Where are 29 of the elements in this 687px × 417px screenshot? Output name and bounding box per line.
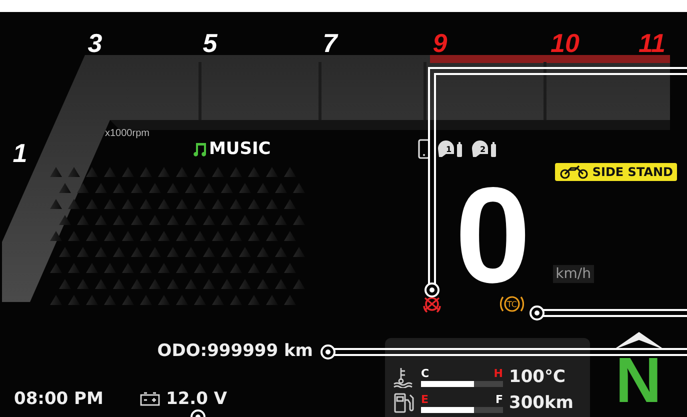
rpm-unit-label: x1000rpm bbox=[105, 128, 150, 139]
phone-icon bbox=[418, 139, 430, 159]
rpm-scale-number: 9 bbox=[432, 30, 448, 56]
rpm-scale-number: 10 bbox=[550, 30, 580, 56]
speed-readout: 0 bbox=[455, 181, 531, 285]
battery-icon bbox=[140, 392, 160, 406]
rpm-scale-number: 7 bbox=[322, 30, 338, 56]
rpm-scale-number: 3 bbox=[88, 30, 102, 56]
fuel-pump-icon bbox=[393, 392, 415, 414]
speed-unit-label: km/h bbox=[552, 265, 594, 283]
media-source-label: MUSIC bbox=[209, 139, 271, 159]
temperature-readout: 100°C bbox=[509, 367, 566, 387]
gear-indicator: N bbox=[615, 352, 662, 408]
side-stand-indicator: SIDE STAND bbox=[555, 163, 677, 181]
motorcycle-icon bbox=[559, 165, 590, 179]
battery-voltage-readout: 12.0 V bbox=[166, 388, 228, 408]
gauge-high-label: H bbox=[494, 368, 503, 380]
rpm-scale-number: 1 bbox=[12, 140, 28, 166]
odometer-readout: ODO:999999 km bbox=[157, 341, 313, 361]
gauge-low-label: E bbox=[421, 394, 429, 406]
gauge-high-label: F bbox=[495, 394, 503, 406]
music-note-icon bbox=[193, 141, 207, 157]
leader-line bbox=[190, 410, 206, 417]
coolant-temperature-icon bbox=[393, 366, 415, 388]
rpm-scale-number: 5 bbox=[202, 30, 218, 56]
clock-readout: 08:00 PM bbox=[14, 388, 104, 408]
rpm-scale-number: 11 bbox=[638, 30, 666, 56]
gauge-low-label: C bbox=[421, 368, 430, 380]
fuel-range-readout: 300km bbox=[509, 393, 574, 413]
